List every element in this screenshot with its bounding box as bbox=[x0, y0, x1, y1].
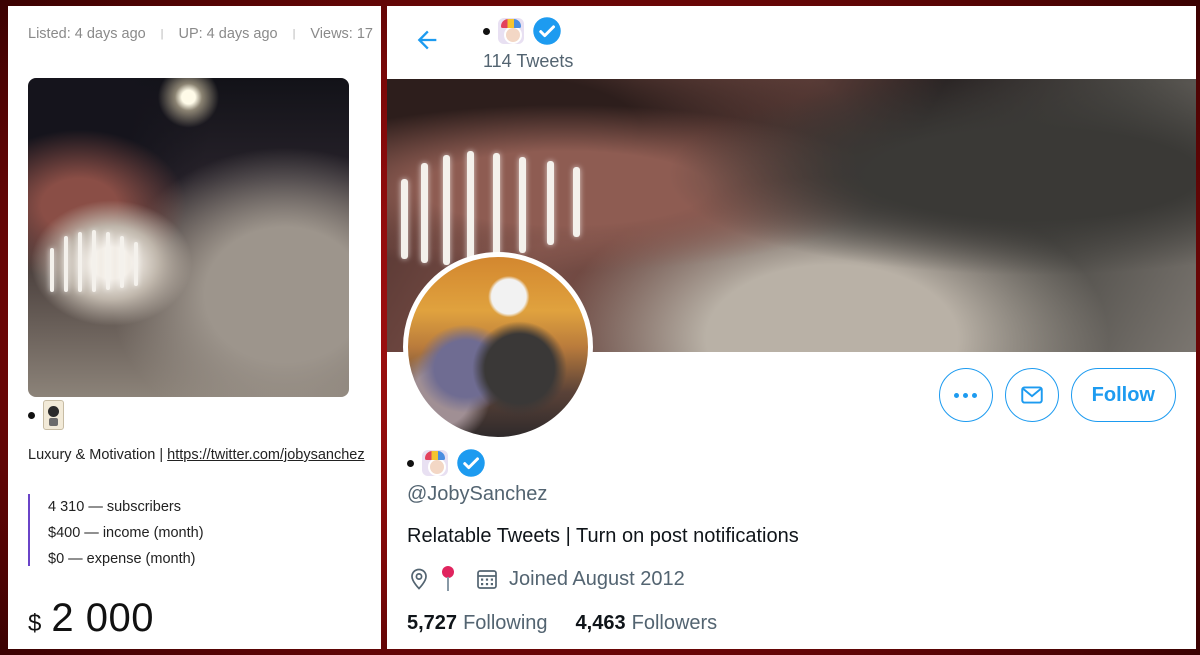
meta-separator: | bbox=[160, 28, 164, 40]
verified-icon bbox=[532, 16, 562, 46]
jester-emoji-icon bbox=[498, 18, 524, 44]
more-icon bbox=[954, 392, 978, 398]
joined-date: Joined August 2012 bbox=[509, 567, 685, 590]
follow-button[interactable]: Follow bbox=[1070, 368, 1176, 422]
location-icon bbox=[411, 568, 427, 590]
listing-name-badges bbox=[28, 400, 64, 430]
message-button[interactable] bbox=[1004, 368, 1059, 422]
listing-photo[interactable] bbox=[28, 78, 349, 397]
profile-avatar[interactable] bbox=[403, 252, 593, 442]
expense-stat: $0 — expense (month) bbox=[48, 551, 196, 567]
view-count: Views: 17 bbox=[310, 26, 373, 42]
verified-icon bbox=[456, 448, 486, 478]
subscribers-stat: 4 310 — subscribers bbox=[48, 499, 181, 515]
meta-separator: | bbox=[292, 28, 296, 40]
black-circle-icon bbox=[407, 459, 414, 467]
twitter-profile: 114 Tweets Follow @JobySanchez Relatable… bbox=[387, 6, 1196, 649]
listing-price: $ 2 000 bbox=[28, 596, 154, 641]
price-value: 2 000 bbox=[51, 596, 154, 640]
profile-header-bar: 114 Tweets bbox=[387, 6, 1196, 79]
listing-meta: Listed: 4 days ago | UP: 4 days ago | Vi… bbox=[28, 26, 373, 42]
jester-emoji-icon bbox=[422, 450, 448, 476]
joker-card-icon bbox=[43, 400, 64, 430]
listed-date: Listed: 4 days ago bbox=[28, 26, 146, 42]
followers-count: 4,463 bbox=[575, 612, 626, 634]
following-count: 5,727 bbox=[407, 612, 458, 634]
calendar-icon bbox=[477, 570, 497, 589]
followers-label: Followers bbox=[631, 612, 718, 634]
followers-link[interactable]: 4,463 Followers bbox=[576, 612, 718, 635]
photo-light-streaks bbox=[46, 228, 156, 318]
listing-card: Listed: 4 days ago | UP: 4 days ago | Vi… bbox=[8, 6, 381, 649]
round-pushpin-icon bbox=[441, 566, 455, 592]
black-circle-icon bbox=[483, 27, 490, 35]
profile-info-row: Joined August 2012 bbox=[407, 566, 685, 592]
listing-tagline: Luxury & Motivation | https://twitter.co… bbox=[28, 447, 365, 463]
profile-actions: Follow bbox=[938, 368, 1176, 422]
mail-icon bbox=[1020, 386, 1043, 404]
follow-stats: 5,727 Following 4,463 Followers bbox=[407, 612, 717, 635]
black-circle-icon bbox=[28, 411, 35, 419]
profile-handle: @JobySanchez bbox=[407, 483, 548, 505]
up-date: UP: 4 days ago bbox=[178, 26, 278, 42]
more-button[interactable] bbox=[938, 368, 993, 422]
tagline-text: Luxury & Motivation | bbox=[28, 447, 168, 463]
profile-bio: Relatable Tweets | Turn on post notifica… bbox=[407, 525, 799, 547]
twitter-link[interactable]: https://twitter.com/jobysanchez bbox=[167, 447, 364, 463]
back-arrow-icon[interactable] bbox=[413, 26, 441, 54]
price-currency: $ bbox=[28, 610, 42, 637]
header-display-name bbox=[483, 16, 562, 46]
tweets-count: 114 Tweets bbox=[483, 51, 574, 71]
listing-stats: 4 310 — subscribers $400 — income (month… bbox=[28, 494, 204, 567]
following-link[interactable]: 5,727 Following bbox=[407, 612, 548, 635]
profile-display-name bbox=[407, 448, 486, 478]
income-stat: $400 — income (month) bbox=[48, 525, 204, 541]
following-label: Following bbox=[463, 612, 548, 634]
